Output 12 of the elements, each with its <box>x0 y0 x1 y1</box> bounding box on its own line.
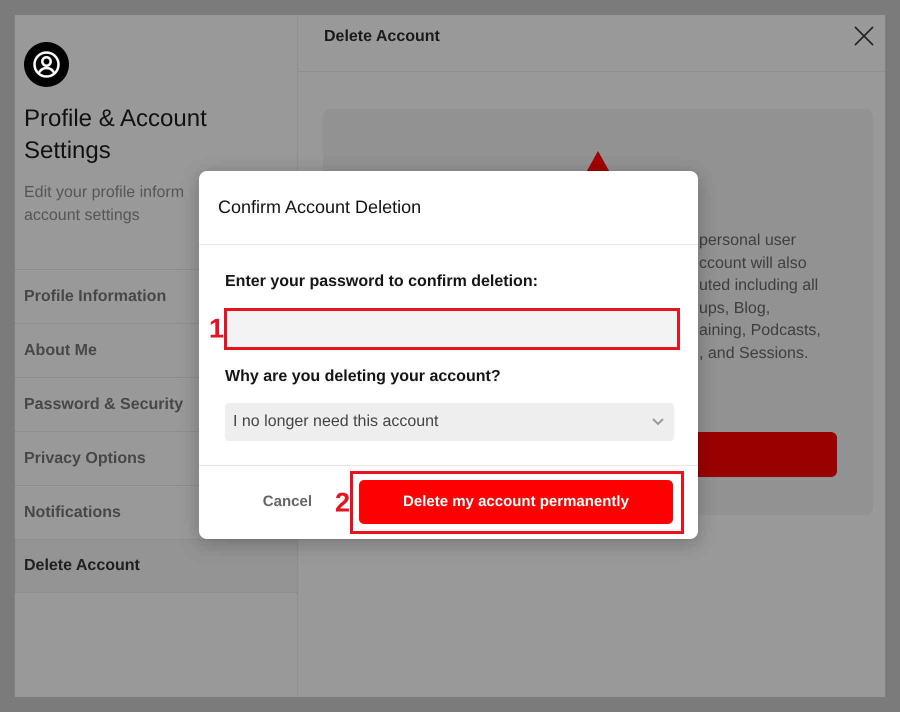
page-title: Delete Account <box>324 27 440 47</box>
warning-text: personal user ccount will also uted including all ups, Blog, aining, Podcasts, , and Sessions. <box>699 231 822 364</box>
avatar-icon[interactable] <box>24 42 69 87</box>
chevron-icon <box>652 418 664 426</box>
sidebar-description: Edit your profile inform account settings <box>24 183 184 226</box>
delete-button[interactable]: Delete my account permanently <box>359 480 673 524</box>
sidebar-title: Profile & Account Settings <box>24 104 208 166</box>
sidebar-item[interactable]: Delete Account <box>15 539 297 593</box>
dialog-title: Confirm Account Deletion <box>218 196 422 219</box>
annotation-number: 2 <box>334 489 350 516</box>
reason-select[interactable]: I no longer need this account <box>225 403 674 441</box>
close-icon[interactable] <box>853 25 875 47</box>
